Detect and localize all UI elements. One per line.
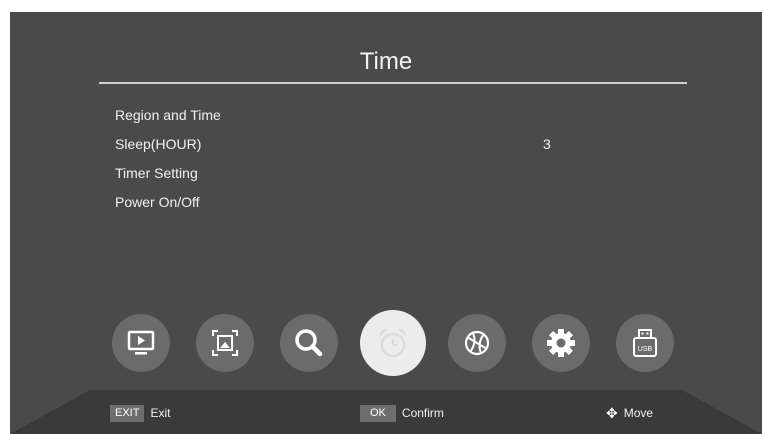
menu-tab-usb[interactable]: USB <box>616 314 674 372</box>
move-hint: ✥ Move <box>606 404 653 422</box>
exit-key: EXIT <box>110 404 145 422</box>
alarm-clock-icon <box>379 328 407 358</box>
time-menu-list: Region and Time Sleep(HOUR) 3 Timer Sett… <box>115 104 615 220</box>
settings-gear-icon <box>547 329 575 357</box>
menu-item-label: Sleep(HOUR) <box>115 136 202 152</box>
move-arrows-icon: ✥ <box>606 404 618 421</box>
menu-item-label: Timer Setting <box>115 165 198 181</box>
picture-icon <box>212 330 238 356</box>
main-menu-icon-bar: USB <box>112 310 682 376</box>
tv-osd-screen: Time Region and Time Sleep(HOUR) 3 Timer… <box>10 12 762 434</box>
title-divider <box>99 82 687 84</box>
menu-tab-time[interactable] <box>360 310 426 376</box>
menu-tab-settings[interactable] <box>532 314 590 372</box>
menu-item-sleep-hour[interactable]: Sleep(HOUR) 3 <box>115 133 615 162</box>
confirm-label: Confirm <box>401 406 444 420</box>
search-icon <box>295 329 323 357</box>
move-label: Move <box>623 406 654 420</box>
menu-item-label: Power On/Off <box>115 194 200 210</box>
usb-icon: USB <box>633 329 657 357</box>
menu-tab-network[interactable] <box>448 314 506 372</box>
exit-label: Exit <box>150 406 171 420</box>
menu-tab-search[interactable] <box>280 314 338 372</box>
network-globe-icon <box>464 330 490 356</box>
menu-item-region-and-time[interactable]: Region and Time <box>115 104 615 133</box>
menu-item-label: Region and Time <box>115 107 221 123</box>
exit-hint[interactable]: EXIT Exit <box>110 404 170 422</box>
sleep-hour-value[interactable]: 3 <box>543 133 551 155</box>
menu-tab-picture[interactable] <box>196 314 254 372</box>
menu-item-power-on-off[interactable]: Power On/Off <box>115 191 615 220</box>
menu-tab-tv[interactable] <box>112 314 170 372</box>
page-title: Time <box>359 48 413 75</box>
footer-hint-bar: EXIT Exit OK Confirm ✥ Move <box>10 390 762 434</box>
menu-item-timer-setting[interactable]: Timer Setting <box>115 162 615 191</box>
usb-label: USB <box>638 346 653 353</box>
tv-icon <box>127 330 155 355</box>
confirm-hint[interactable]: OK Confirm <box>360 404 444 422</box>
ok-key: OK <box>360 404 396 422</box>
